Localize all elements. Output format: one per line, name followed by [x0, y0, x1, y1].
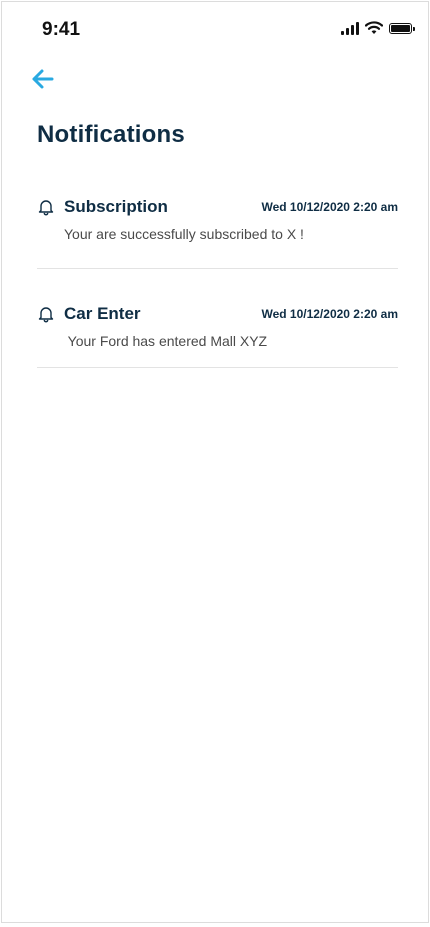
notification-item[interactable]: Car Enter Wed 10/12/2020 2:20 am Your Fo…: [37, 304, 398, 355]
status-time: 9:41: [42, 19, 81, 40]
divider: [37, 268, 398, 269]
bell-icon: [38, 307, 54, 323]
divider: [37, 367, 398, 368]
signal-icon: [341, 21, 359, 35]
notification-title: Subscription: [64, 197, 168, 216]
notification-item[interactable]: Subscription Wed 10/12/2020 2:20 am Your…: [37, 197, 398, 248]
back-button[interactable]: [28, 64, 58, 94]
notification-message: Your Ford has entered Mall XYZ: [64, 333, 268, 349]
notifications-screen: 9:41 Notifications Subscription Wed 10/1…: [1, 1, 429, 923]
notification-title: Car Enter: [64, 304, 141, 323]
page-title: Notifications: [37, 121, 185, 148]
battery-icon: [389, 22, 415, 34]
notification-message: Your are successfully subscribed to X !: [64, 226, 304, 242]
notification-date: Wed 10/12/2020 2:20 am: [261, 307, 398, 321]
wifi-icon: [365, 21, 383, 34]
bell-icon: [38, 200, 54, 216]
status-bar: 9:41: [2, 2, 428, 58]
notification-date: Wed 10/12/2020 2:20 am: [261, 200, 398, 214]
arrow-left-icon: [32, 69, 54, 89]
status-icons: [341, 21, 415, 35]
